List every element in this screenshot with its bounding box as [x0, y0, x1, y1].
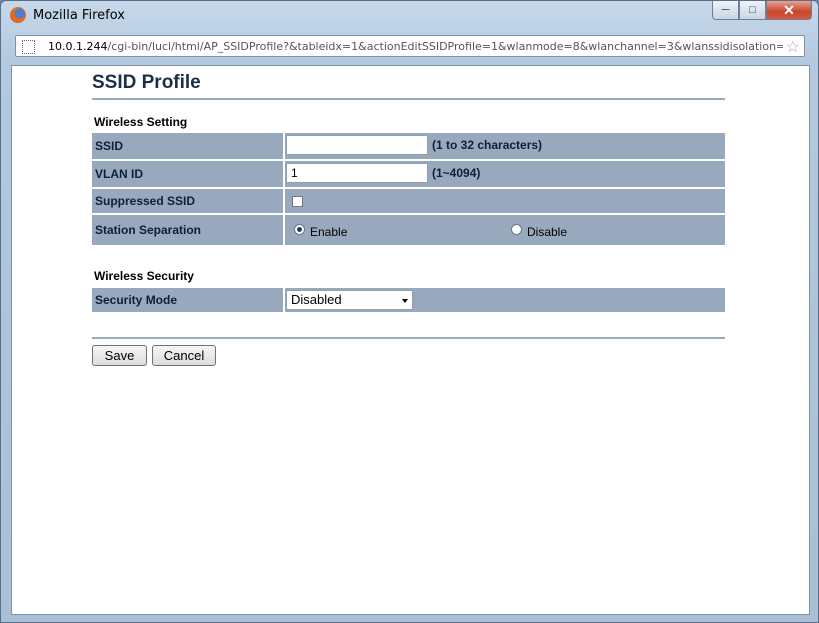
disable-radio-label[interactable]: Disable: [527, 225, 567, 239]
security-mode-row: Security Mode Disabled: [92, 288, 725, 312]
bookmark-star-icon[interactable]: ☆: [786, 37, 800, 57]
page-icon: [22, 40, 35, 54]
footer-divider: [92, 337, 725, 339]
maximize-button[interactable]: □: [739, 1, 766, 20]
vlan-id-row: VLAN ID 1 (1~4094): [92, 161, 725, 187]
disable-radio[interactable]: [511, 224, 522, 235]
enable-radio-label[interactable]: Enable: [310, 225, 347, 239]
vlan-id-input[interactable]: 1: [286, 163, 428, 183]
url-bar[interactable]: 10.0.1.244/cgi-bin/luci/html/AP_SSIDProf…: [15, 35, 805, 57]
suppressed-ssid-checkbox[interactable]: [292, 196, 303, 207]
cancel-button[interactable]: Cancel: [152, 345, 216, 366]
security-mode-label: Security Mode: [92, 288, 285, 312]
security-mode-field-cell: Disabled: [284, 288, 725, 312]
window-title: Mozilla Firefox: [33, 8, 125, 23]
station-separation-field-cell: Enable Disable: [284, 215, 725, 245]
close-icon: ✕: [783, 1, 795, 18]
enable-radio[interactable]: [294, 224, 305, 235]
close-window-button[interactable]: ✕: [766, 1, 812, 20]
suppressed-ssid-row: Suppressed SSID: [92, 189, 725, 213]
ssid-label: SSID: [92, 133, 285, 159]
ssid-hint: (1 to 32 characters): [432, 138, 543, 152]
vlan-id-field-cell: 1 (1~4094): [284, 161, 725, 187]
vlan-id-label: VLAN ID: [92, 161, 285, 187]
page-content: SSID Profile Wireless Setting SSID (1 to…: [11, 65, 810, 615]
url-host: 10.0.1.244: [48, 40, 108, 53]
save-button[interactable]: Save: [92, 345, 147, 366]
ssid-input[interactable]: [286, 135, 428, 155]
ssid-field-cell: (1 to 32 characters): [284, 133, 725, 159]
minimize-button[interactable]: ─: [712, 1, 739, 20]
maximize-icon: □: [749, 4, 756, 16]
page-title: SSID Profile: [92, 72, 201, 93]
dropdown-arrow-icon: [402, 299, 408, 303]
station-separation-label: Station Separation: [92, 215, 285, 245]
vlan-id-hint: (1~4094): [432, 166, 481, 180]
wireless-security-heading: Wireless Security: [94, 269, 194, 283]
security-mode-value: Disabled: [291, 292, 342, 307]
suppressed-ssid-label: Suppressed SSID: [92, 189, 285, 213]
browser-window: Mozilla Firefox ─ □ ✕ 10.0.1.244/cgi-bin…: [0, 0, 819, 623]
security-mode-select[interactable]: Disabled: [286, 290, 413, 310]
title-divider: [92, 98, 725, 100]
firefox-icon: [10, 7, 26, 23]
title-bar: Mozilla Firefox ─ □ ✕: [1, 1, 818, 31]
suppressed-ssid-field-cell: [284, 189, 725, 213]
wireless-setting-heading: Wireless Setting: [94, 115, 188, 129]
url-path: /cgi-bin/luci/html/AP_SSIDProfile?&table…: [107, 40, 783, 53]
minimize-icon: ─: [721, 4, 730, 16]
ssid-row: SSID (1 to 32 characters): [92, 133, 725, 159]
station-separation-row: Station Separation Enable Disable: [92, 215, 725, 245]
url-text[interactable]: 10.0.1.244/cgi-bin/luci/html/AP_SSIDProf…: [48, 40, 783, 53]
window-controls: ─ □ ✕: [712, 1, 812, 20]
